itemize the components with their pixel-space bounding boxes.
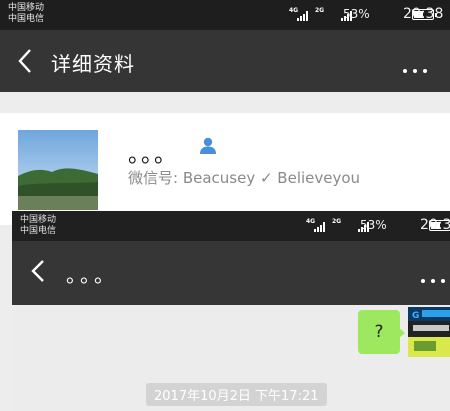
message-text: ?: [374, 322, 384, 342]
overlay-chevron-left-icon[interactable]: [28, 257, 50, 285]
carrier-1: 中国移动: [8, 3, 45, 13]
wechat-id: 微信号: Beacusey ✓ Believeyou: [128, 169, 361, 187]
clock: 20:38: [403, 6, 444, 22]
chevron-left-icon[interactable]: [14, 47, 38, 75]
carrier-labels: 中国移动 中国电信: [8, 3, 44, 25]
more-dots-icon[interactable]: [400, 58, 430, 77]
chat-area[interactable]: ? G 2017年10月2日 下午17:21: [12, 305, 450, 411]
net-type-2: 2G: [315, 7, 325, 14]
signal-1-icon: [297, 11, 311, 21]
person-icon: [198, 136, 218, 156]
overlay-carrier-1: 中国移动: [20, 215, 57, 225]
status-bar: 中国移动 中国电信 4G 2G 53% 20:38: [0, 0, 450, 30]
sender-avatar[interactable]: G: [408, 307, 450, 357]
bubble-tail-icon: [398, 327, 405, 339]
svg-text:G: G: [412, 311, 419, 321]
nav-bar: 详细资料: [0, 30, 450, 92]
page-title: 详细资料: [51, 52, 135, 76]
overlay-nav-bar: 。。。: [12, 241, 450, 305]
status-indicators: 4G 2G 53% 20:38: [289, 6, 449, 23]
overlay-clock: 20:3: [420, 217, 450, 233]
overlay-carrier-labels: 中国移动 中国电信: [20, 215, 56, 237]
overlay-chat-title: 。。。: [66, 263, 118, 287]
overlay-status-indicators: 4G 2G 53% 20:3: [306, 217, 450, 234]
overlay-screenshot: 中国移动 中国电信 4G 2G 53% 20:3 。。。 ? G 2017年10…: [12, 211, 450, 411]
avatar[interactable]: [18, 130, 98, 210]
overlay-signal-1-icon: [314, 222, 328, 232]
profile-card[interactable]: 。。。 微信号: Beacusey ✓ Believeyou: [0, 113, 450, 225]
overlay-status-bar: 中国移动 中国电信 4G 2G 53% 20:3: [12, 211, 450, 241]
overlay-more-dots-icon[interactable]: [418, 268, 448, 287]
profile-name: 。。。: [128, 143, 179, 168]
chat-timestamp: 2017年10月2日 下午17:21: [146, 383, 327, 406]
overlay-net-type-2: 2G: [332, 218, 342, 225]
battery-percent: 53%: [343, 7, 370, 21]
overlay-carrier-2: 中国电信: [20, 226, 57, 236]
message-bubble[interactable]: ?: [358, 310, 400, 354]
carrier-2: 中国电信: [8, 14, 45, 24]
overlay-battery-percent: 53%: [360, 218, 387, 232]
